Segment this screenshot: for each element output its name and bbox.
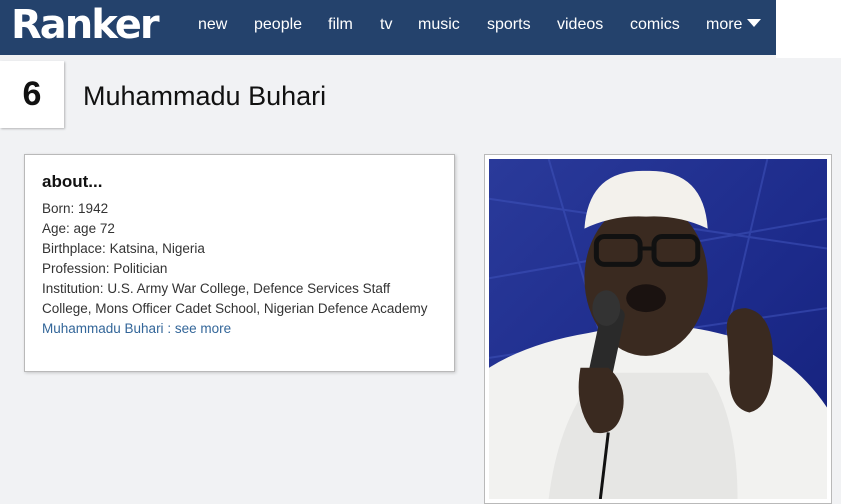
nav-more-label: more [706, 16, 743, 33]
portrait-photo-icon[interactable] [489, 159, 827, 499]
fact-label: Age: [42, 221, 70, 236]
see-more-link[interactable]: see more [175, 321, 231, 336]
top-navigation-bar: Ranker new people film tv music sports v… [0, 0, 776, 55]
fact-birthplace: Birthplace: Katsina, Nigeria [42, 239, 437, 259]
nav-tv[interactable]: tv [380, 16, 392, 34]
fact-profession: Profession: Politician [42, 259, 437, 279]
fact-value: Politician [113, 261, 168, 276]
fact-age: Age: age 72 [42, 219, 437, 239]
item-title: Muhammadu Buhari [83, 81, 327, 111]
about-heading: about... [42, 172, 103, 191]
fact-value: Katsina, Nigeria [109, 241, 205, 256]
photo-frame [484, 154, 832, 504]
about-card: about... Born: 1942 Age: age 72 Birthpla… [24, 154, 455, 372]
caret-down-icon [747, 19, 762, 27]
see-more-line: Muhammadu Buhari : see more [42, 319, 437, 339]
nav-film[interactable]: film [328, 16, 353, 34]
header-blank-area [776, 0, 841, 58]
fact-label: Institution: [42, 281, 104, 296]
fact-label: Profession: [42, 261, 110, 276]
nav-new[interactable]: new [198, 16, 227, 34]
nav-more[interactable]: more [706, 16, 762, 34]
rank-badge: 6 [0, 61, 64, 128]
fact-institution: Institution: U.S. Army War College, Defe… [42, 279, 437, 319]
nav-music[interactable]: music [418, 16, 460, 34]
nav-comics[interactable]: comics [630, 16, 680, 34]
fact-label: Birthplace: [42, 241, 106, 256]
nav-people[interactable]: people [254, 16, 302, 34]
fact-born: Born: 1942 [42, 199, 437, 219]
fact-value: 1942 [78, 201, 109, 216]
fact-label: Born: [42, 201, 75, 216]
person-link[interactable]: Muhammadu Buhari [42, 321, 164, 336]
nav-sports[interactable]: sports [487, 16, 531, 34]
ranker-logo[interactable]: Ranker [11, 2, 160, 48]
nav-videos[interactable]: videos [557, 16, 603, 34]
fact-value: age 72 [73, 221, 115, 236]
link-separator: : [167, 321, 172, 336]
